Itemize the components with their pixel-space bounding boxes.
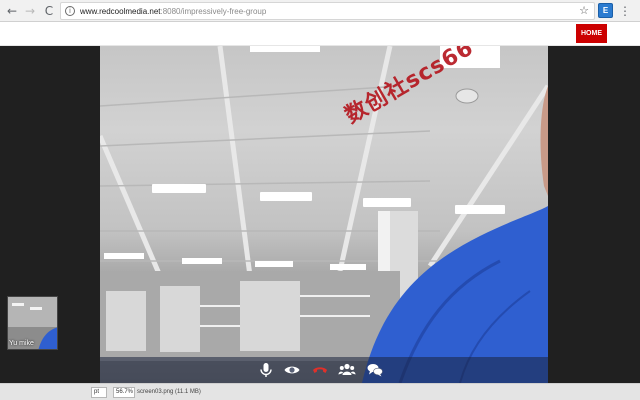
- video-stage: 数创社scs66 Yu mike: [0, 46, 640, 383]
- site-header: HOME: [0, 22, 640, 46]
- hangup-icon[interactable]: [311, 361, 329, 379]
- page-select[interactable]: pt: [91, 387, 107, 398]
- zoom-select[interactable]: 56.7%: [113, 387, 135, 398]
- remote-video: 数创社scs66: [100, 46, 548, 383]
- self-view-label: Yu mike: [9, 340, 34, 347]
- viewer-status-bar: pt 56.7% screen03.png (11.1 MB): [0, 383, 640, 400]
- extension-icon[interactable]: E: [598, 3, 613, 18]
- info-icon[interactable]: i: [65, 6, 75, 16]
- chat-icon[interactable]: [366, 361, 384, 379]
- users-icon[interactable]: [338, 361, 356, 379]
- bookmark-star-icon[interactable]: ☆: [579, 4, 589, 18]
- browser-toolbar: ← → C i www.redcoolmedia.net:8080/impres…: [0, 0, 640, 22]
- forward-arrow-icon[interactable]: →: [22, 3, 38, 19]
- browser-menu-icon[interactable]: ⋮: [618, 3, 632, 19]
- url-path: :8080/impressively-free-group: [160, 7, 267, 16]
- microphone-icon[interactable]: [257, 361, 275, 379]
- url-text[interactable]: www.redcoolmedia.net:8080/impressively-f…: [80, 6, 266, 17]
- url-host: www.redcoolmedia.net: [80, 7, 161, 16]
- call-control-bar: [100, 357, 548, 383]
- eye-icon[interactable]: [283, 361, 301, 379]
- back-arrow-icon[interactable]: ←: [4, 3, 20, 19]
- home-button[interactable]: HOME: [576, 24, 607, 43]
- file-info: screen03.png (11.1 MB): [137, 389, 201, 395]
- address-bar[interactable]: i www.redcoolmedia.net:8080/impressively…: [60, 2, 595, 20]
- reload-icon[interactable]: C: [41, 3, 57, 19]
- office-ceiling-scene: [100, 46, 548, 383]
